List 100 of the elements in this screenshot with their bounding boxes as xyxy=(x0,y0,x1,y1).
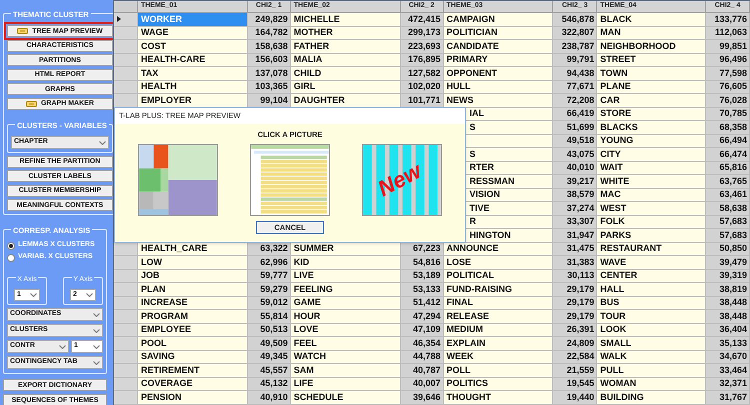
table-cell: 44,788 xyxy=(400,350,444,364)
table-cell: 36,404 xyxy=(706,324,750,337)
table-cell: POLITICIAN xyxy=(444,26,554,40)
table-cell: HULL xyxy=(444,80,554,94)
table-cell: 103,365 xyxy=(248,80,291,94)
table-cell: 59,279 xyxy=(248,283,291,296)
table-cell: 39,479 xyxy=(706,256,750,270)
table-cell: WOMAN xyxy=(597,378,706,391)
radio-button[interactable] xyxy=(7,254,15,262)
table-cell: 34,670 xyxy=(706,350,750,364)
caret-icon xyxy=(98,140,106,144)
table-cell: YOUNG xyxy=(597,134,706,148)
table-cell: 40,010 xyxy=(553,162,598,175)
table-cell: 133,776 xyxy=(706,13,750,26)
table-cell: LIFE xyxy=(290,378,401,391)
table-cell: 62,996 xyxy=(248,256,291,270)
table-cell: 59,777 xyxy=(248,270,291,283)
table-cell: WALK xyxy=(597,350,706,364)
table-cell: 137,078 xyxy=(248,67,291,80)
table-cell: STORE xyxy=(597,108,706,121)
table-cell: 24,809 xyxy=(553,337,598,350)
table-cell: 26,391 xyxy=(553,324,598,337)
table-cell: 77,671 xyxy=(553,80,598,94)
table-cell: 31,767 xyxy=(706,391,750,404)
table-cell: 39,646 xyxy=(400,391,444,404)
table-cell: 58,638 xyxy=(706,202,750,216)
table-cell: 99,851 xyxy=(706,40,750,54)
table-cell: 66,419 xyxy=(553,108,598,121)
table-cell: 176,895 xyxy=(400,54,444,67)
table-cell: 46,354 xyxy=(400,337,444,350)
table-cell: 66,494 xyxy=(706,134,750,148)
table-cell: POOL xyxy=(138,337,248,350)
table-cell: WAVE xyxy=(597,256,706,270)
new-label: New xyxy=(374,160,425,201)
table-cell: FEEL xyxy=(290,337,401,350)
table-cell: 51,699 xyxy=(553,121,598,134)
table-cell: COST xyxy=(138,40,248,54)
table-cell: 112,063 xyxy=(706,26,750,40)
table-cell: NEWS xyxy=(444,94,554,108)
table-cell: 156,603 xyxy=(248,54,291,67)
table-cell: BUILDING xyxy=(597,391,706,404)
table-cell: 299,173 xyxy=(400,26,444,40)
table-cell: 40,007 xyxy=(400,378,444,391)
table-cell: WATCH xyxy=(290,350,401,364)
table-cell: POLITICS xyxy=(444,378,554,391)
table-cell: FATHER xyxy=(290,40,401,54)
table-cell: PENSION xyxy=(138,391,248,404)
table-cell: 38,448 xyxy=(706,296,750,310)
table-cell: 49,518 xyxy=(553,134,598,148)
caret-icon xyxy=(86,293,93,297)
table-cell: FEELING xyxy=(290,283,401,296)
table-cell: 158,638 xyxy=(248,40,291,54)
radio-button[interactable] xyxy=(7,242,15,250)
table-cell: 57,683 xyxy=(706,229,750,242)
caret-icon xyxy=(93,360,100,364)
table-cell: PRIMARY xyxy=(444,54,554,67)
table-cell: 50,850 xyxy=(706,242,750,256)
table-cell: 55,814 xyxy=(248,310,291,324)
caret-icon xyxy=(93,312,100,316)
table-cell: LOVE xyxy=(290,324,401,337)
table-cell: 50,513 xyxy=(248,324,291,337)
table-cell: 127,582 xyxy=(400,67,444,80)
table-cell: POLL xyxy=(444,364,554,378)
caret-icon xyxy=(93,328,100,332)
table-cell: NEIGHBORHOOD xyxy=(597,40,706,54)
table-cell: 68,358 xyxy=(706,121,750,134)
table-cell: CAMPAIGN xyxy=(444,13,554,26)
table-cell: 19,440 xyxy=(553,391,598,404)
table-cell: RESTAURANT xyxy=(597,242,706,256)
table-cell: INCREASE xyxy=(138,296,248,310)
table-cell: LOSE xyxy=(444,256,554,270)
table-cell: 40,910 xyxy=(248,391,291,404)
table-cell: MALIA xyxy=(290,54,401,67)
table-cell: LIVE xyxy=(290,270,401,283)
table-cell: CAR xyxy=(597,94,706,108)
table-cell: 70,785 xyxy=(706,108,750,121)
table-cell: JOB xyxy=(138,270,248,283)
table-cell: TOWN xyxy=(597,67,706,80)
table-cell: 37,274 xyxy=(553,202,598,216)
table-cell: 76,028 xyxy=(706,94,750,108)
table-cell: SAVING xyxy=(138,350,248,364)
table-cell: 38,448 xyxy=(706,310,750,324)
table-cell: 32,371 xyxy=(706,378,750,391)
table-cell: HOUR xyxy=(290,310,401,324)
table-cell: 238,787 xyxy=(553,40,598,54)
table-cell: WAGE xyxy=(138,26,248,40)
table-cell: CHILD xyxy=(290,67,401,80)
row-header[interactable] xyxy=(114,13,138,26)
table-cell: 29,179 xyxy=(553,310,598,324)
table-cell: 35,133 xyxy=(706,337,750,350)
table-cell: 47,109 xyxy=(400,324,444,337)
tag-icon xyxy=(17,28,28,34)
table-cell: THOUGHT xyxy=(444,391,554,404)
table-cell: EMPLOYEE xyxy=(138,324,248,337)
table-cell: 472,415 xyxy=(400,13,444,26)
table-cell: 546,878 xyxy=(553,13,598,26)
table-cell: 57,683 xyxy=(706,216,750,229)
table-cell: 31,947 xyxy=(553,229,598,242)
table-cell: WAIT xyxy=(597,162,706,175)
table-cell: POLITICAL xyxy=(444,270,554,283)
